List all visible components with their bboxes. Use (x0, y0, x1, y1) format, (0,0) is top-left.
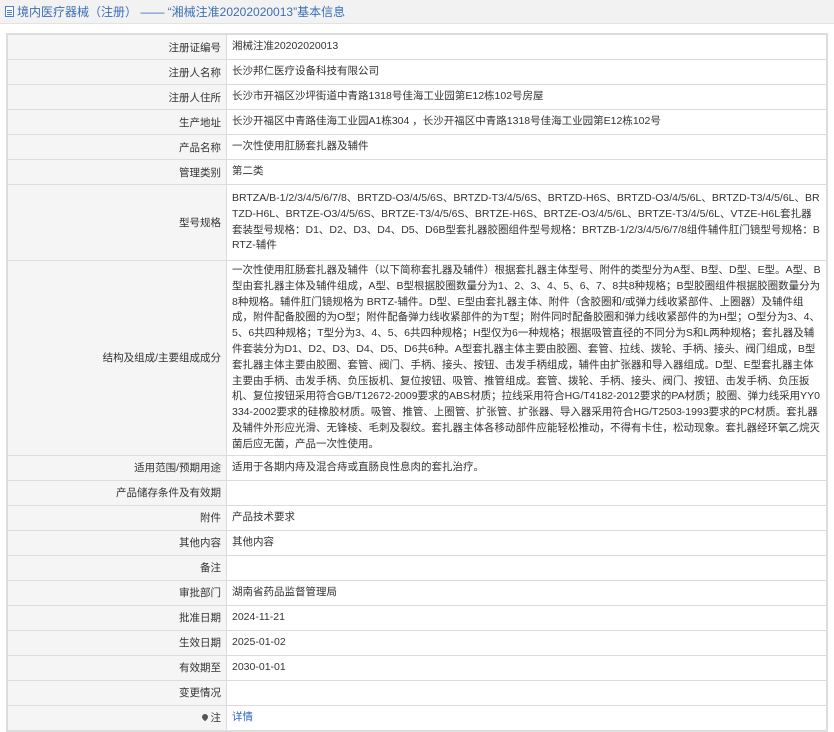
field-value: 第二类 (226, 159, 827, 185)
field-label: 适用范围/预期用途 (7, 454, 227, 481)
field-label: 批准日期 (7, 604, 227, 631)
field-label: 型号规格 (7, 184, 227, 261)
field-value: 一次性使用肛肠套扎器及辅件（以下简称套扎器及辅件）根据套扎器主体型号、附件的类型… (226, 260, 827, 456)
field-value: 2030-01-01 (226, 654, 827, 681)
field-label: 有效期至 (7, 654, 227, 681)
field-value: 详情 (226, 704, 827, 731)
field-label: 变更情况 (7, 679, 227, 706)
table-row: 管理类别 第二类 (7, 159, 827, 185)
field-label: 附件 (7, 504, 227, 531)
field-value (226, 679, 827, 706)
field-value: 适用于各期内痔及混合痔或直肠良性息肉的套扎治疗。 (226, 454, 827, 481)
page-header: 境内医疗器械（注册） —— “湘械注准20202020013”基本信息 (0, 0, 834, 24)
field-value: 产品技术要求 (226, 504, 827, 531)
field-label: 备注 (7, 554, 227, 581)
field-value: 长沙邦仁医疗设备科技有限公司 (226, 59, 827, 85)
field-label: 注册人名称 (7, 59, 227, 85)
field-label: 注册证编号 (7, 34, 227, 60)
pin-icon (200, 712, 209, 722)
field-value: 湘械注准20202020013 (226, 34, 827, 60)
info-table-container: 注册证编号 湘械注准20202020013 注册人名称 长沙邦仁医疗设备科技有限… (6, 33, 828, 732)
field-label: 注册人住所 (7, 84, 227, 110)
field-label: 结构及组成/主要组成成分 (7, 260, 227, 456)
field-label: 其他内容 (7, 529, 227, 556)
field-value: 一次性使用肛肠套扎器及辅件 (226, 134, 827, 160)
table-row: 适用范围/预期用途 适用于各期内痔及混合痔或直肠良性息肉的套扎治疗。 (7, 454, 827, 481)
table-row: 注 详情 (7, 704, 827, 731)
field-label: 审批部门 (7, 579, 227, 606)
field-value: 长沙开福区中青路佳海工业园A1栋304 ，长沙开福区中青路1318号佳海工业园第… (226, 109, 827, 135)
field-value: 2025-01-02 (226, 629, 827, 656)
table-row: 审批部门 湖南省药品监督管理局 (7, 579, 827, 606)
table-row: 备注 (7, 554, 827, 581)
field-label: 产品名称 (7, 134, 227, 160)
table-row: 生产地址 长沙开福区中青路佳海工业园A1栋304 ，长沙开福区中青路1318号佳… (7, 109, 827, 135)
details-link[interactable]: 详情 (232, 711, 253, 723)
table-row: 变更情况 (7, 679, 827, 706)
field-value: 2024-11-21 (226, 604, 827, 631)
field-value (226, 479, 827, 506)
document-icon (5, 6, 14, 17)
table-row: 型号规格 BRTZA/B-1/2/3/4/5/6/7/8、BRTZD-O3/4/… (7, 184, 827, 261)
field-label: 管理类别 (7, 159, 227, 185)
notes-label: 注 (7, 704, 227, 731)
table-row: 注册人名称 长沙邦仁医疗设备科技有限公司 (7, 59, 827, 85)
field-label: 产品储存条件及有效期 (7, 479, 227, 506)
table-row: 批准日期 2024-11-21 (7, 604, 827, 631)
field-label: 生产地址 (7, 109, 227, 135)
table-row: 生效日期 2025-01-02 (7, 629, 827, 656)
table-row: 结构及组成/主要组成成分 一次性使用肛肠套扎器及辅件（以下简称套扎器及辅件）根据… (7, 260, 827, 456)
field-value: 湖南省药品监督管理局 (226, 579, 827, 606)
table-row: 附件 产品技术要求 (7, 504, 827, 531)
table-row: 有效期至 2030-01-01 (7, 654, 827, 681)
field-value (226, 554, 827, 581)
table-row: 产品名称 一次性使用肛肠套扎器及辅件 (7, 134, 827, 160)
table-row: 注册人住所 长沙市开福区沙坪街道中青路1318号佳海工业园第E12栋102号房屋 (7, 84, 827, 110)
table-row: 产品储存条件及有效期 (7, 479, 827, 506)
field-value: 长沙市开福区沙坪街道中青路1318号佳海工业园第E12栋102号房屋 (226, 84, 827, 110)
table-row: 注册证编号 湘械注准20202020013 (7, 34, 827, 60)
field-value: 其他内容 (226, 529, 827, 556)
field-label: 生效日期 (7, 629, 227, 656)
info-table: 注册证编号 湘械注准20202020013 注册人名称 长沙邦仁医疗设备科技有限… (7, 34, 827, 731)
field-value: BRTZA/B-1/2/3/4/5/6/7/8、BRTZD-O3/4/5/6S、… (226, 184, 827, 261)
table-row: 其他内容 其他内容 (7, 529, 827, 556)
page-title: 境内医疗器械（注册） —— “湘械注准20202020013”基本信息 (17, 5, 346, 19)
